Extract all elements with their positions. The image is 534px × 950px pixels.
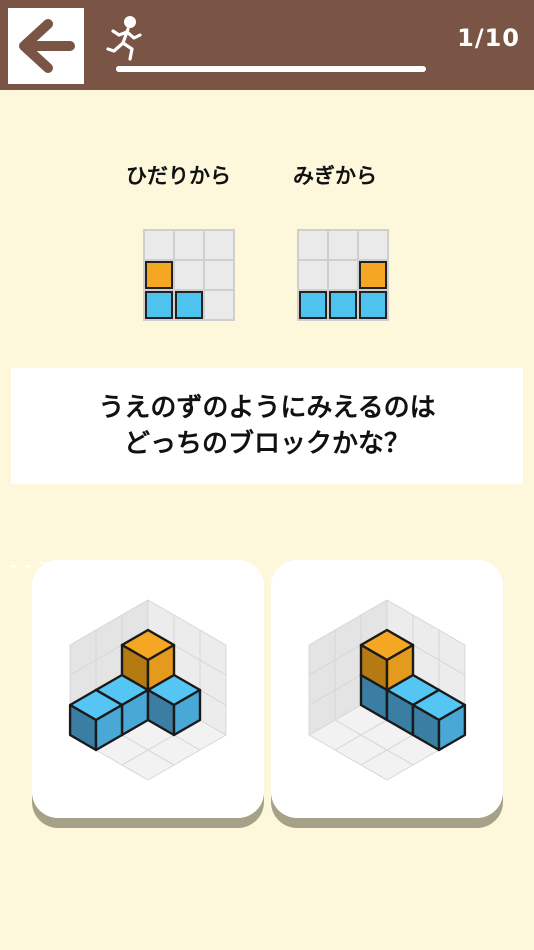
choice-card-b[interactable] [271,560,503,818]
question-text: うえのずのようにみえるのは どっちのブロックかな？ [98,393,436,459]
grid-cell-orange [145,261,173,289]
grid-cell-empty [299,261,327,289]
grid-cell-blue [145,291,173,319]
right-view-label: みぎから [293,164,377,188]
right-view-grid [297,229,389,321]
running-person-icon [106,16,142,61]
left-view-grid [143,229,235,321]
top-bar: 1/10 [0,0,534,90]
grid-cell-empty [175,261,203,289]
grid-cell-empty [205,261,233,289]
question-box: うえのずのようにみえるのは どっちのブロックかな？ [11,368,523,484]
left-arrow-icon [19,19,75,73]
grid-cell-empty [329,231,357,259]
block-structure-option-a [68,599,227,781]
grid-cell-empty [329,261,357,289]
grid-cell-empty [205,231,233,259]
left-view-label: ひだりから [126,164,231,188]
grid-cell-blue [329,291,357,319]
question-counter: 1/10 [457,24,520,52]
grid-cell-blue [299,291,327,319]
grid-cell-empty [145,231,173,259]
grid-cell-empty [205,291,233,319]
grid-cell-blue [175,291,203,319]
grid-cell-orange [359,261,387,289]
progress-bar [116,66,426,72]
back-button[interactable] [8,8,84,84]
block-structure-option-b [308,599,467,781]
progress-fill [116,66,147,72]
grid-cell-empty [175,231,203,259]
grid-cell-empty [299,231,327,259]
grid-cell-blue [359,291,387,319]
choice-card-a[interactable] [32,560,264,818]
grid-cell-empty [359,231,387,259]
